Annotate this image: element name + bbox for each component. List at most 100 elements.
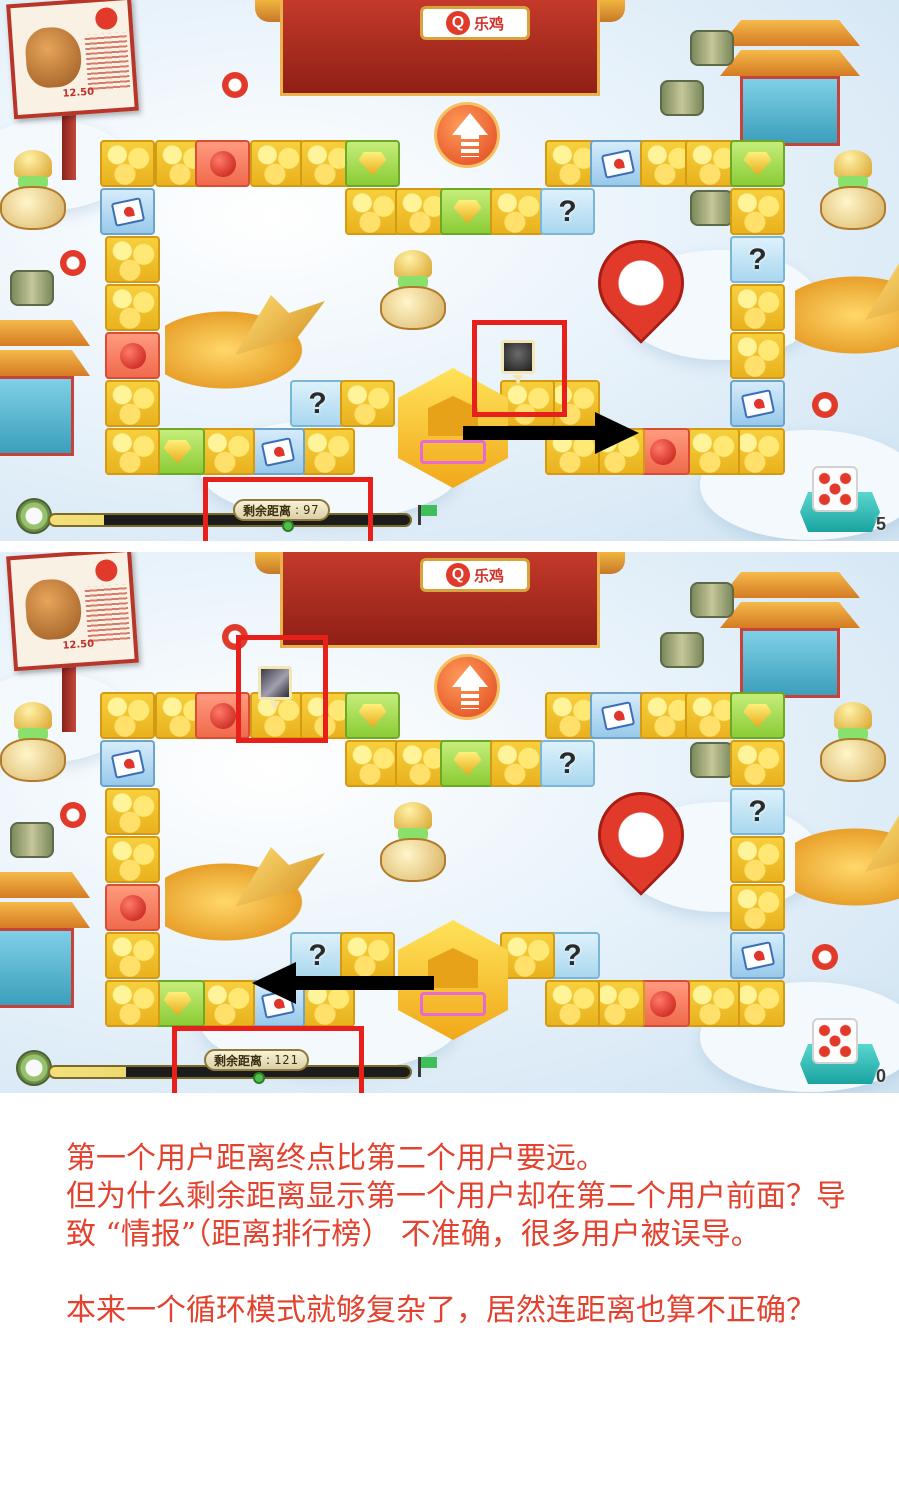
billboard-text-block bbox=[84, 32, 131, 91]
gem-icon bbox=[358, 703, 387, 728]
question-icon: ? bbox=[558, 194, 577, 228]
gate-sign-text: 乐鸡 bbox=[473, 14, 504, 33]
gem-icon bbox=[453, 199, 482, 224]
gem-icon bbox=[358, 151, 387, 176]
caption-line-3: 本来一个循环模式就够复杂了，居然连距离也算不正确？ bbox=[66, 1293, 816, 1328]
bomb-icon bbox=[209, 150, 236, 177]
pagoda bbox=[0, 872, 90, 1008]
caption-line-2: 但为什么剩余距离显示第一个用户却在第二个用户前面？导致 “情报”（距离排行榜） … bbox=[66, 1179, 846, 1252]
treasure-jar bbox=[0, 702, 66, 782]
dice-count: 0 bbox=[876, 1066, 887, 1086]
bronze-drum bbox=[10, 822, 54, 858]
flag-icon bbox=[418, 505, 440, 525]
card-tile bbox=[730, 932, 785, 979]
dice-count: 5 bbox=[876, 514, 887, 534]
question-icon: ? bbox=[563, 938, 582, 972]
board-tile bbox=[545, 980, 600, 1027]
roast-chicken-image bbox=[23, 577, 83, 642]
treasure-jar bbox=[0, 150, 66, 230]
roast-chicken-billboard: 12.50 bbox=[6, 552, 139, 672]
bronze-drum bbox=[660, 80, 704, 116]
billboard-price: 12.50 bbox=[62, 638, 95, 652]
distance-highlight-box bbox=[172, 1026, 364, 1093]
gem-icon bbox=[453, 751, 482, 776]
board-tile bbox=[200, 428, 255, 475]
caption-line-1: 第一个用户距离终点比第二个用户要远。 bbox=[66, 1141, 606, 1176]
question-tile: ? bbox=[730, 236, 785, 283]
pagoda bbox=[0, 320, 90, 456]
gem-tile bbox=[345, 692, 400, 739]
board-tile bbox=[490, 740, 545, 787]
board-tile bbox=[200, 980, 255, 1027]
bomb-icon bbox=[209, 702, 236, 729]
treasure-jar bbox=[380, 802, 446, 882]
location-marker-icon bbox=[60, 802, 86, 828]
question-tile: ? bbox=[540, 740, 595, 787]
q-logo-icon bbox=[94, 558, 119, 583]
bronze-drum bbox=[690, 30, 734, 66]
board-tile bbox=[105, 836, 160, 883]
bronze-drum bbox=[690, 582, 734, 618]
q-logo-icon bbox=[94, 6, 119, 31]
bomb-icon bbox=[649, 990, 676, 1017]
gem-tile bbox=[730, 692, 785, 739]
pagoda bbox=[720, 20, 860, 146]
golden-phoenix bbox=[165, 857, 315, 947]
bomb-tile bbox=[105, 332, 160, 379]
avatar-highlight-box bbox=[472, 320, 567, 417]
card-icon bbox=[600, 700, 635, 731]
bronze-drum bbox=[660, 632, 704, 668]
bomb-tile bbox=[195, 140, 250, 187]
board-tile bbox=[105, 788, 160, 835]
card-tile bbox=[590, 140, 645, 187]
board-tile bbox=[105, 380, 160, 427]
dice-icon[interactable] bbox=[812, 466, 858, 512]
billboard-text-block bbox=[84, 584, 131, 643]
gate-sign: Q 乐鸡 bbox=[420, 558, 530, 592]
avatar-highlight-box bbox=[236, 635, 328, 743]
card-icon bbox=[110, 196, 145, 227]
card-icon bbox=[600, 148, 635, 179]
dice-icon[interactable] bbox=[812, 1018, 858, 1064]
up-arrow-icon[interactable] bbox=[434, 654, 500, 720]
board-tile bbox=[730, 188, 785, 235]
bomb-icon bbox=[119, 894, 146, 921]
board-tile bbox=[105, 932, 160, 979]
up-arrow-icon[interactable] bbox=[434, 102, 500, 168]
distance-highlight-box bbox=[203, 477, 373, 541]
board-tile bbox=[730, 836, 785, 883]
board-tile bbox=[730, 740, 785, 787]
board-tile bbox=[340, 380, 395, 427]
roast-chicken-billboard: 12.50 bbox=[6, 0, 139, 120]
bronze-drum bbox=[690, 742, 734, 778]
location-marker-icon bbox=[812, 392, 838, 418]
card-tile bbox=[590, 692, 645, 739]
card-icon bbox=[110, 748, 145, 779]
gem-tile bbox=[730, 140, 785, 187]
board-tile bbox=[250, 140, 305, 187]
board-tile bbox=[105, 236, 160, 283]
golden-phoenix bbox=[165, 305, 315, 395]
gem-icon bbox=[163, 439, 192, 464]
direction-arrow-right bbox=[463, 412, 639, 454]
board-tile bbox=[730, 884, 785, 931]
gem-tile bbox=[345, 140, 400, 187]
q-logo-icon: Q bbox=[445, 11, 470, 35]
billboard-price: 12.50 bbox=[62, 86, 95, 100]
bronze-drum bbox=[10, 270, 54, 306]
golden-phoenix bbox=[795, 822, 899, 912]
question-tile: ? bbox=[540, 188, 595, 235]
gem-tile bbox=[440, 188, 495, 235]
treasure-jar bbox=[820, 150, 886, 230]
question-icon: ? bbox=[748, 794, 767, 828]
bug-report-caption: 第一个用户距离终点比第二个用户要远。 但为什么剩余距离显示第一个用户却在第二个用… bbox=[66, 1140, 866, 1330]
pagoda bbox=[720, 572, 860, 698]
gem-icon bbox=[743, 703, 772, 728]
board-tile bbox=[345, 740, 400, 787]
board-tile bbox=[490, 188, 545, 235]
bomb-icon bbox=[649, 438, 676, 465]
board-tile bbox=[100, 692, 155, 739]
location-marker-icon bbox=[60, 250, 86, 276]
location-marker-icon bbox=[812, 944, 838, 970]
